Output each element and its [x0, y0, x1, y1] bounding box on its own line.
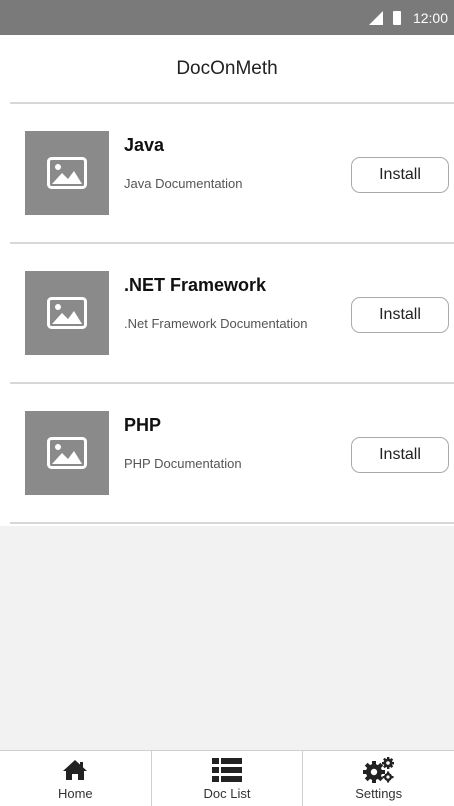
doc-description: PHP Documentation	[124, 456, 242, 471]
battery-icon	[392, 10, 401, 25]
install-button[interactable]: Install	[351, 437, 449, 473]
status-bar: 12:00	[0, 0, 454, 35]
install-button[interactable]: Install	[351, 157, 449, 193]
doc-list: Java Java Documentation Install .NET Fra…	[0, 104, 454, 524]
page-title: DocOnMeth	[176, 57, 278, 79]
status-time: 12:00	[412, 9, 448, 26]
image-placeholder-icon	[25, 271, 109, 355]
doc-title: PHP	[124, 415, 162, 435]
image-placeholder-icon	[25, 411, 109, 495]
image-placeholder-icon	[25, 131, 109, 215]
nav-label: Settings	[355, 786, 403, 801]
nav-item-settings[interactable]: Settings	[302, 751, 454, 806]
install-button[interactable]: Install	[351, 297, 449, 333]
doc-description: Java Documentation	[124, 176, 243, 191]
row-divider	[10, 522, 454, 524]
empty-content-area	[0, 526, 454, 750]
nav-item-home[interactable]: Home	[0, 751, 151, 806]
doc-title: .NET Framework	[124, 275, 267, 295]
list-item: PHP PHP Documentation Install	[0, 384, 454, 524]
nav-label: Home	[57, 786, 93, 801]
cogs-icon	[362, 757, 395, 783]
app-header: DocOnMeth	[0, 35, 454, 102]
doc-title: Java	[124, 135, 165, 155]
home-icon	[62, 757, 88, 783]
nav-label: Doc List	[203, 786, 251, 801]
signal-icon	[368, 10, 383, 25]
list-icon	[212, 757, 242, 783]
list-item: .NET Framework .Net Framework Documentat…	[0, 244, 454, 384]
nav-item-doc-list[interactable]: Doc List	[150, 751, 303, 806]
list-item: Java Java Documentation Install	[0, 104, 454, 244]
doc-description: .Net Framework Documentation	[124, 316, 308, 331]
bottom-nav: Home Doc List Settings	[0, 750, 454, 806]
